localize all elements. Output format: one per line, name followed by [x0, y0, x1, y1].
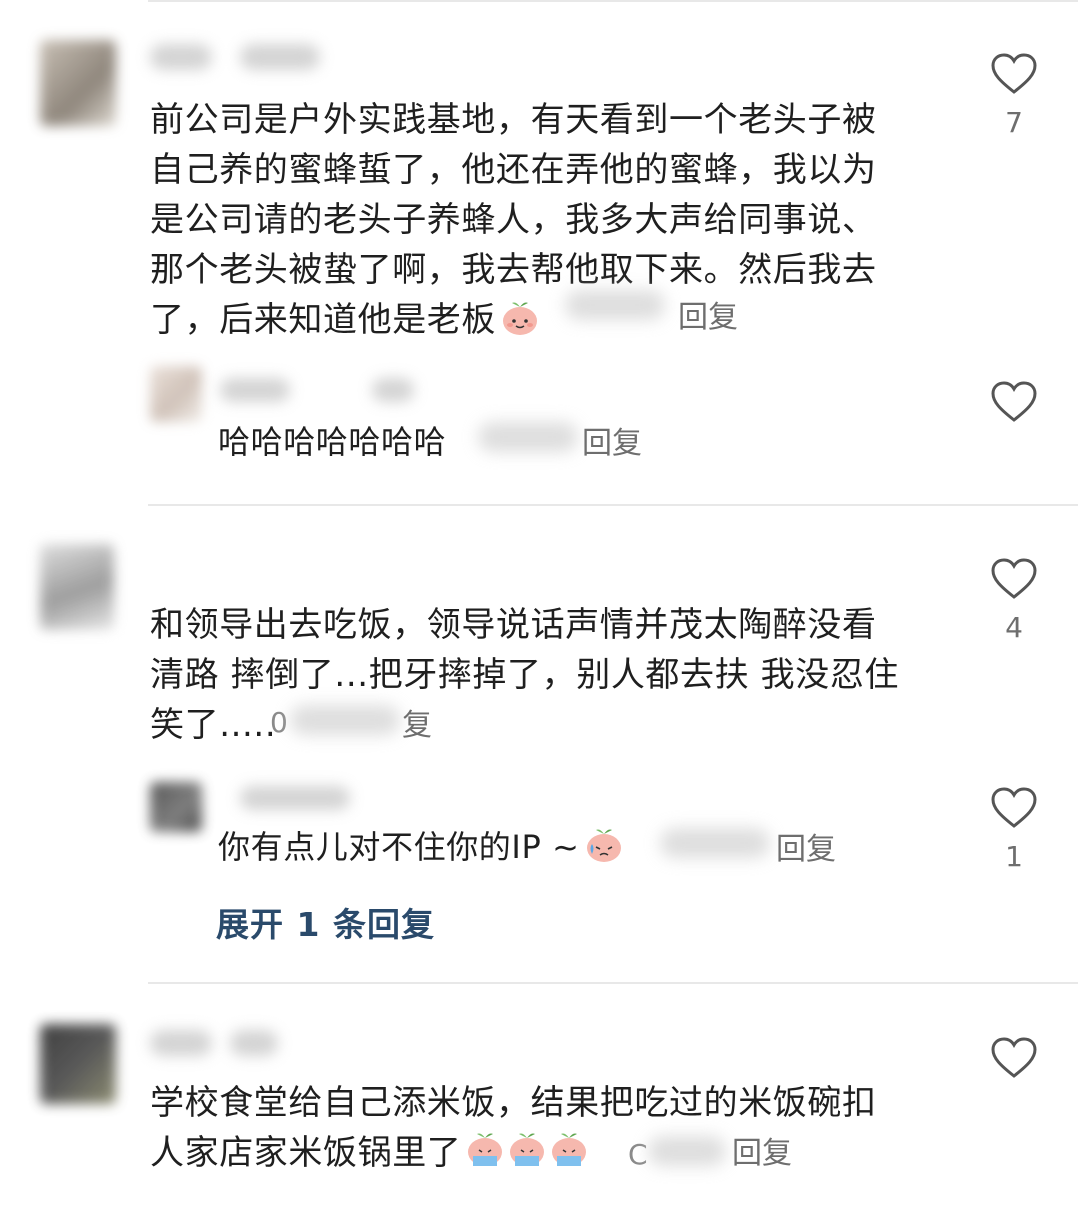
- reply-button[interactable]: 回复: [776, 830, 836, 870]
- reply-button[interactable]: 回复: [678, 298, 738, 338]
- time-location-blurred: [565, 290, 665, 320]
- peach-cry-emoji: [465, 1130, 591, 1184]
- avatar[interactable]: [150, 366, 202, 422]
- like-count: 1: [1005, 840, 1023, 873]
- divider: [148, 982, 1078, 984]
- like-count: 7: [1005, 106, 1023, 139]
- comment-text: 前公司是户外实践基地，有天看到一个老头子被 自己养的蜜蜂蜇了，他还在弄他的蜜蜂，…: [150, 95, 877, 351]
- heart-outline-icon: [991, 381, 1037, 422]
- meta-blurred: [240, 44, 320, 70]
- avatar[interactable]: [40, 1024, 116, 1104]
- time-location-blurred: [478, 422, 578, 452]
- divider: [148, 504, 1078, 506]
- username-blurred[interactable]: [240, 786, 350, 810]
- meta-blurred: [230, 1030, 278, 1056]
- username-blurred[interactable]: [150, 44, 212, 70]
- time-fragment: C: [628, 1138, 648, 1171]
- like-button[interactable]: 1: [984, 786, 1044, 872]
- like-button[interactable]: 4: [984, 557, 1044, 643]
- reply-text: 你有点儿对不住你的IP ~: [218, 822, 624, 878]
- time-fragment: 0: [270, 706, 288, 739]
- peach-sweat-emoji: [584, 824, 624, 878]
- top-divider: [148, 0, 1078, 2]
- heart-outline-icon: [991, 787, 1037, 828]
- heart-outline-icon: [991, 558, 1037, 599]
- like-button[interactable]: [984, 1036, 1044, 1080]
- comment-text: 和领导出去吃饭，领导说话声情并茂太陶醉没看 清路 摔倒了...把牙摔掉了，别人都…: [150, 605, 900, 745]
- reply-text: 哈哈哈哈哈哈哈: [218, 423, 447, 461]
- time-location-blurred: [648, 1136, 726, 1166]
- reply-button[interactable]: 回复: [732, 1134, 792, 1174]
- like-button[interactable]: [984, 380, 1044, 424]
- heart-outline-icon: [991, 53, 1037, 94]
- time-location-blurred: [290, 705, 400, 735]
- avatar[interactable]: [40, 40, 116, 126]
- avatar[interactable]: [40, 544, 114, 630]
- reply-button[interactable]: 复: [402, 706, 432, 746]
- expand-replies-button[interactable]: 展开 1 条回复: [216, 898, 435, 946]
- username-blurred[interactable]: [220, 378, 290, 402]
- avatar[interactable]: [150, 782, 202, 832]
- username-blurred[interactable]: [150, 1030, 212, 1056]
- meta-blurred: [372, 378, 414, 402]
- heart-outline-icon: [991, 1037, 1037, 1078]
- time-location-blurred: [660, 828, 770, 858]
- like-count: 4: [1005, 611, 1023, 644]
- reply-button[interactable]: 回复: [582, 424, 642, 464]
- like-button[interactable]: 7: [984, 52, 1044, 138]
- peach-smile-emoji: [500, 297, 540, 351]
